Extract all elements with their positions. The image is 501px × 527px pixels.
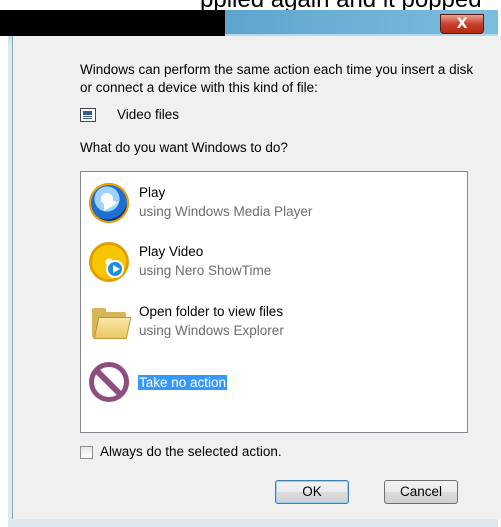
question-label: What do you want Windows to do? bbox=[80, 140, 288, 155]
action-name: Open folder to view files bbox=[139, 304, 284, 319]
action-item-take-no-action[interactable]: Take no action bbox=[81, 356, 467, 411]
close-icon: X bbox=[456, 16, 468, 32]
close-button[interactable]: X bbox=[440, 14, 484, 34]
action-item-open-folder[interactable]: Open folder to view files using Windows … bbox=[81, 296, 467, 351]
intro-text: Windows can perform the same action each… bbox=[80, 62, 474, 95]
action-subtext: using Windows Media Player bbox=[139, 204, 313, 219]
windows-media-player-icon bbox=[89, 183, 129, 223]
action-item-play-video[interactable]: Play Video using Nero ShowTime bbox=[81, 236, 467, 291]
action-item-play[interactable]: Play using Windows Media Player bbox=[81, 177, 467, 232]
file-type-label: Video files bbox=[117, 107, 180, 122]
action-name-selected: Take no action bbox=[138, 375, 228, 390]
redacted-title bbox=[0, 10, 225, 36]
action-list[interactable]: Play using Windows Media Player Play Vid… bbox=[80, 171, 468, 433]
action-subtext: using Windows Explorer bbox=[139, 323, 284, 338]
folder-icon bbox=[89, 302, 132, 342]
nero-showtime-icon bbox=[89, 242, 129, 282]
ok-button[interactable]: OK bbox=[275, 480, 349, 504]
action-subtext: using Nero ShowTime bbox=[139, 263, 272, 278]
cancel-button[interactable]: Cancel bbox=[384, 480, 458, 504]
background-text: pplied again and it popped bbox=[200, 0, 482, 10]
no-action-icon bbox=[89, 362, 129, 402]
video-file-icon bbox=[80, 108, 96, 122]
action-name: Play bbox=[139, 185, 166, 200]
background-strip: pplied again and it popped bbox=[0, 0, 501, 10]
action-name: Play Video bbox=[139, 244, 204, 259]
always-checkbox[interactable] bbox=[80, 446, 93, 459]
always-checkbox-label[interactable]: Always do the selected action. bbox=[100, 444, 282, 459]
